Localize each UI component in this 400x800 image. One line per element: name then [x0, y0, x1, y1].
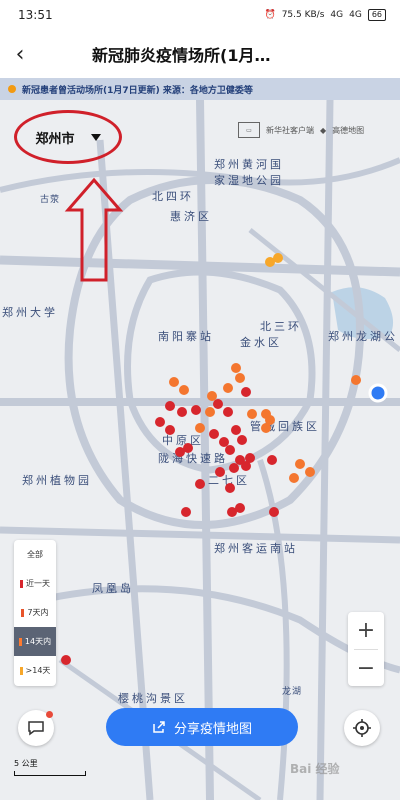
case-location-marker[interactable] [231, 363, 241, 373]
case-location-marker[interactable] [213, 399, 223, 409]
zoom-in-button[interactable]: + [348, 612, 384, 649]
scale-label: 5 公里 [14, 759, 38, 768]
case-location-marker[interactable] [241, 387, 251, 397]
chevron-down-icon [90, 133, 101, 141]
header: ‹ 新冠肺炎疫情场所(1月… [0, 30, 400, 78]
banner-text: 新冠患者曾活动场所(1月7日更新) 来源：各地方卫健委等 [22, 85, 253, 96]
my-location-marker [368, 383, 388, 403]
network-speed: 75.5 KB/s [281, 10, 325, 20]
case-location-marker[interactable] [261, 423, 271, 433]
city-selector[interactable]: 郑州市 [14, 110, 122, 164]
legend-swatch [18, 637, 22, 646]
case-location-marker[interactable] [225, 483, 235, 493]
legend-swatch [19, 666, 23, 675]
case-location-marker[interactable] [209, 429, 219, 439]
case-location-marker[interactable] [229, 463, 239, 473]
case-location-marker[interactable] [191, 405, 201, 415]
case-location-marker[interactable] [61, 655, 71, 665]
case-location-marker[interactable] [207, 391, 217, 401]
locate-button[interactable] [344, 710, 380, 746]
legend-item-7days[interactable]: 7天内 [14, 598, 56, 627]
case-location-marker[interactable] [183, 443, 193, 453]
case-location-marker[interactable] [267, 455, 277, 465]
amap-label: 高德地图 [332, 125, 365, 135]
case-location-marker[interactable] [181, 507, 191, 517]
status-indicators: ⏰ 75.5 KB/s 4G 4G 66 [264, 9, 386, 21]
legend-item-all[interactable]: 全部 [14, 540, 56, 569]
case-location-marker[interactable] [273, 253, 283, 263]
amap-logo-icon: ◆ [320, 125, 327, 135]
chat-icon [28, 721, 44, 736]
zoom-controls: + − [348, 612, 384, 686]
case-location-marker[interactable] [177, 407, 187, 417]
info-banner: 新冠患者曾活动场所(1月7日更新) 来源：各地方卫健委等 [0, 78, 400, 100]
legend-item-over14[interactable]: >14天 [14, 656, 56, 685]
legend-swatch [21, 608, 25, 617]
crosshair-icon [353, 719, 371, 737]
case-location-marker[interactable] [165, 425, 175, 435]
case-location-marker[interactable] [219, 437, 229, 447]
case-location-marker[interactable] [225, 445, 235, 455]
banner-dot-icon [8, 85, 16, 93]
zoom-out-button[interactable]: − [348, 650, 384, 687]
case-location-marker[interactable] [195, 423, 205, 433]
xinhua-label: 新华社客户端 [266, 125, 314, 135]
case-location-marker[interactable] [269, 507, 279, 517]
watermark: Bai 经验 [290, 762, 340, 776]
case-location-marker[interactable] [247, 409, 257, 419]
back-button[interactable]: ‹ [0, 30, 40, 78]
case-location-marker[interactable] [245, 453, 255, 463]
case-location-marker[interactable] [165, 401, 175, 411]
legend-item-14days[interactable]: 14天内 [14, 627, 56, 656]
legend-item-day[interactable]: 近一天 [14, 569, 56, 598]
case-location-marker[interactable] [235, 503, 245, 513]
case-location-marker[interactable] [169, 377, 179, 387]
case-location-marker[interactable] [223, 407, 233, 417]
case-location-marker[interactable] [231, 425, 241, 435]
case-location-marker[interactable] [351, 375, 361, 385]
case-location-marker[interactable] [195, 479, 205, 489]
share-icon [153, 721, 165, 733]
notification-dot [46, 711, 53, 718]
case-location-marker[interactable] [215, 467, 225, 477]
battery-icon: 66 [367, 9, 386, 21]
case-location-marker[interactable] [235, 373, 245, 383]
location-markers [61, 253, 388, 665]
share-label: 分享疫情地图 [173, 721, 252, 737]
case-location-marker[interactable] [305, 467, 315, 477]
share-map-button[interactable]: 分享疫情地图 [106, 708, 298, 746]
legend-swatch [20, 579, 23, 588]
case-location-marker[interactable] [179, 385, 189, 395]
xinhua-logo-icon: ▭ [238, 122, 260, 138]
screen: 13:51 ⏰ 75.5 KB/s 4G 4G 66 ‹ 新冠肺炎疫情场所(1月… [0, 0, 400, 800]
legend: 全部 近一天 7天内 14天内 >14天 [14, 540, 56, 686]
signal-1: 4G [330, 10, 344, 20]
page-title: 新冠肺炎疫情场所(1月… [92, 46, 271, 65]
annotation-arrow [64, 177, 124, 282]
case-location-marker[interactable] [289, 473, 299, 483]
alarm-icon: ⏰ [264, 10, 276, 20]
signal-2: 4G [349, 10, 362, 20]
case-location-marker[interactable] [295, 459, 305, 469]
scale-bar [14, 771, 86, 776]
case-location-marker[interactable] [155, 417, 165, 427]
chat-button[interactable] [18, 710, 54, 746]
map-scale: 5 公里 [14, 758, 86, 776]
logos: ▭ 新华社客户端 ◆ 高德地图 [238, 122, 364, 138]
case-location-marker[interactable] [223, 383, 233, 393]
case-location-marker[interactable] [237, 435, 247, 445]
status-time: 13:51 [18, 8, 53, 22]
case-location-marker[interactable] [205, 407, 215, 417]
map[interactable]: 郑州黄河国 家湿地公园 北四环 惠济区 古荥 郑州大学 南阳寨站 北三环 金水区… [0, 100, 400, 800]
status-bar: 13:51 ⏰ 75.5 KB/s 4G 4G 66 [0, 0, 400, 30]
city-name: 郑州市 [35, 131, 75, 147]
